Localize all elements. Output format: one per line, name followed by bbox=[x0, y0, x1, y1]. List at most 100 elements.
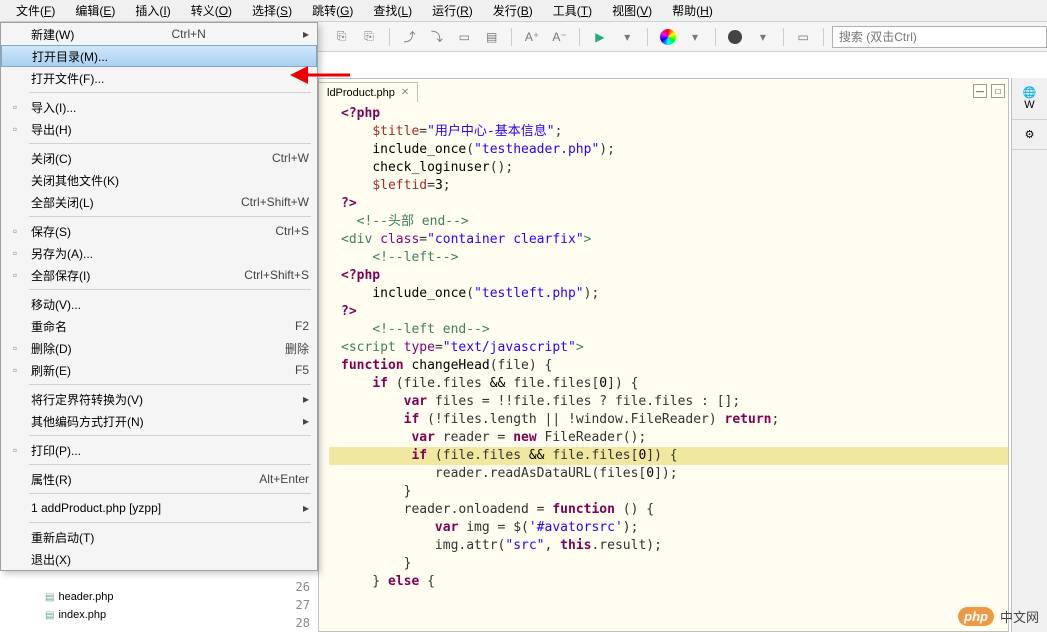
settings-icon[interactable]: ⚙ bbox=[1012, 120, 1047, 150]
tool-icon[interactable]: ▭ bbox=[792, 25, 815, 49]
menu-item[interactable]: ▫保存(S)Ctrl+S bbox=[1, 220, 317, 242]
line-number: 27 bbox=[280, 596, 310, 614]
code-line[interactable]: } bbox=[329, 555, 1008, 573]
dropdown-icon[interactable]: ▾ bbox=[683, 25, 706, 49]
circle-icon[interactable] bbox=[724, 25, 747, 49]
file-item[interactable]: ▤header.php bbox=[45, 588, 114, 606]
menu-item[interactable]: 属性(R)Alt+Enter bbox=[1, 468, 317, 490]
tab-close-icon[interactable]: ✕ bbox=[401, 87, 409, 98]
watermark-logo: php bbox=[958, 607, 994, 626]
menu-shortcut: Ctrl+N bbox=[171, 27, 205, 41]
tool-icon[interactable]: ⤴ bbox=[398, 25, 421, 49]
menubar-item[interactable]: 跳转(G) bbox=[302, 0, 363, 22]
menu-item[interactable]: 重新启动(T) bbox=[1, 526, 317, 548]
tool-icon[interactable]: ▭ bbox=[453, 25, 476, 49]
code-line[interactable]: if (file.files && file.files[0]) { bbox=[329, 375, 1008, 393]
menu-item[interactable]: 打开目录(M)... bbox=[1, 45, 317, 67]
menu-item[interactable]: ▫刷新(E)F5 bbox=[1, 359, 317, 381]
menu-item[interactable]: ▫另存为(A)... bbox=[1, 242, 317, 264]
right-tab[interactable]: 🌐 W bbox=[1012, 78, 1047, 120]
menu-item[interactable]: ▫导入(I)... bbox=[1, 96, 317, 118]
menu-item[interactable]: 1 addProduct.php [yzpp]▸ bbox=[1, 497, 317, 519]
dropdown-icon[interactable]: ▾ bbox=[751, 25, 774, 49]
menu-label: 1 addProduct.php [yzpp] bbox=[31, 501, 161, 515]
menu-item[interactable]: 退出(X) bbox=[1, 548, 317, 570]
menu-item[interactable]: 将行定界符转换为(V)▸ bbox=[1, 388, 317, 410]
code-line[interactable]: $leftid=3; bbox=[329, 177, 1008, 195]
run-icon[interactable]: ▶ bbox=[588, 25, 611, 49]
code-line[interactable]: var reader = new FileReader(); bbox=[329, 429, 1008, 447]
menu-separator bbox=[29, 464, 311, 465]
code-line[interactable]: if (file.files && file.files[0]) { bbox=[329, 447, 1008, 465]
code-content[interactable]: <?php $title="用户中心-基本信息"; include_once("… bbox=[329, 105, 1008, 631]
code-line[interactable]: <!--头部 end--> bbox=[329, 213, 1008, 231]
menubar-item[interactable]: 转义(O) bbox=[181, 0, 242, 22]
file-item[interactable]: ▤index.php bbox=[45, 606, 114, 624]
tool-icon[interactable]: A⁺ bbox=[520, 25, 543, 49]
menu-item[interactable]: 其他编码方式打开(N)▸ bbox=[1, 410, 317, 432]
menubar-item[interactable]: 编辑(E) bbox=[65, 0, 125, 22]
color-wheel-icon[interactable] bbox=[656, 25, 679, 49]
code-line[interactable]: <div class="container clearfix"> bbox=[329, 231, 1008, 249]
tool-icon[interactable]: ⎘ bbox=[357, 25, 380, 49]
menubar-item[interactable]: 文件(F) bbox=[6, 0, 65, 22]
menu-item[interactable]: 新建(W)Ctrl+N▸ bbox=[1, 23, 317, 45]
menu-shortcut: Ctrl+W bbox=[272, 151, 309, 165]
code-line[interactable]: var img = $('#avatorsrc'); bbox=[329, 519, 1008, 537]
tool-icon[interactable]: ▤ bbox=[480, 25, 503, 49]
menubar-item[interactable]: 帮助(H) bbox=[662, 0, 723, 22]
code-line[interactable]: } else { bbox=[329, 573, 1008, 591]
code-line[interactable]: <?php bbox=[329, 105, 1008, 123]
maximize-icon[interactable]: □ bbox=[991, 84, 1005, 98]
menubar-item[interactable]: 发行(B) bbox=[483, 0, 543, 22]
tool-icon[interactable]: ⤵ bbox=[425, 25, 448, 49]
code-line[interactable]: ?> bbox=[329, 303, 1008, 321]
code-line[interactable]: $title="用户中心-基本信息"; bbox=[329, 123, 1008, 141]
search-input[interactable] bbox=[832, 26, 1047, 48]
code-line[interactable]: ?> bbox=[329, 195, 1008, 213]
tool-icon[interactable]: A⁻ bbox=[548, 25, 571, 49]
code-line[interactable]: function changeHead(file) { bbox=[329, 357, 1008, 375]
menubar-item[interactable]: 选择(S) bbox=[242, 0, 302, 22]
separator bbox=[389, 28, 390, 46]
menu-item[interactable]: ▫导出(H) bbox=[1, 118, 317, 140]
menu-item[interactable]: 重命名F2 bbox=[1, 315, 317, 337]
code-line[interactable]: <script type="text/javascript"> bbox=[329, 339, 1008, 357]
code-line[interactable]: if (!files.length || !window.FileReader)… bbox=[329, 411, 1008, 429]
code-line[interactable]: var files = !!file.files ? file.files : … bbox=[329, 393, 1008, 411]
editor-area[interactable]: <?php $title="用户中心-基本信息"; include_once("… bbox=[318, 78, 1009, 632]
tool-icon[interactable]: ⎘ bbox=[330, 25, 353, 49]
menu-label: 打开目录(M)... bbox=[32, 48, 108, 65]
code-line[interactable]: check_loginuser(); bbox=[329, 159, 1008, 177]
export-icon: ▫ bbox=[7, 121, 23, 137]
menu-item[interactable]: ▫全部保存(I)Ctrl+Shift+S bbox=[1, 264, 317, 286]
menu-item[interactable]: ▫打印(P)... bbox=[1, 439, 317, 461]
code-line[interactable]: } bbox=[329, 483, 1008, 501]
code-line[interactable]: reader.onloadend = function () { bbox=[329, 501, 1008, 519]
minimize-icon[interactable]: — bbox=[973, 84, 987, 98]
menu-item[interactable]: 关闭其他文件(K) bbox=[1, 169, 317, 191]
menu-item[interactable]: 全部关闭(L)Ctrl+Shift+W bbox=[1, 191, 317, 213]
php-icon: ▤ bbox=[45, 592, 54, 603]
code-line[interactable]: reader.readAsDataURL(files[0]); bbox=[329, 465, 1008, 483]
menubar-item[interactable]: 工具(T) bbox=[543, 0, 602, 22]
dropdown-icon[interactable]: ▾ bbox=[616, 25, 639, 49]
menu-item[interactable]: 打开文件(F)... bbox=[1, 67, 317, 89]
code-line[interactable]: <!--left end--> bbox=[329, 321, 1008, 339]
code-line[interactable]: <!--left--> bbox=[329, 249, 1008, 267]
code-line[interactable]: include_once("testleft.php"); bbox=[329, 285, 1008, 303]
menubar-item[interactable]: 视图(V) bbox=[602, 0, 662, 22]
gutter: 262728 bbox=[280, 578, 310, 632]
code-line[interactable]: include_once("testheader.php"); bbox=[329, 141, 1008, 159]
menu-shortcut: 删除 bbox=[285, 340, 309, 357]
code-line[interactable]: <?php bbox=[329, 267, 1008, 285]
menubar-item[interactable]: 运行(R) bbox=[422, 0, 483, 22]
menu-item[interactable]: 关闭(C)Ctrl+W bbox=[1, 147, 317, 169]
menubar-item[interactable]: 插入(I) bbox=[125, 0, 180, 22]
code-line[interactable]: img.attr("src", this.result); bbox=[329, 537, 1008, 555]
menu-item[interactable]: 移动(V)... bbox=[1, 293, 317, 315]
menu-item[interactable]: ▫删除(D)删除 bbox=[1, 337, 317, 359]
menubar-item[interactable]: 查找(L) bbox=[363, 0, 422, 22]
saveas-icon: ▫ bbox=[7, 245, 23, 261]
menu-label: 属性(R) bbox=[31, 471, 72, 488]
